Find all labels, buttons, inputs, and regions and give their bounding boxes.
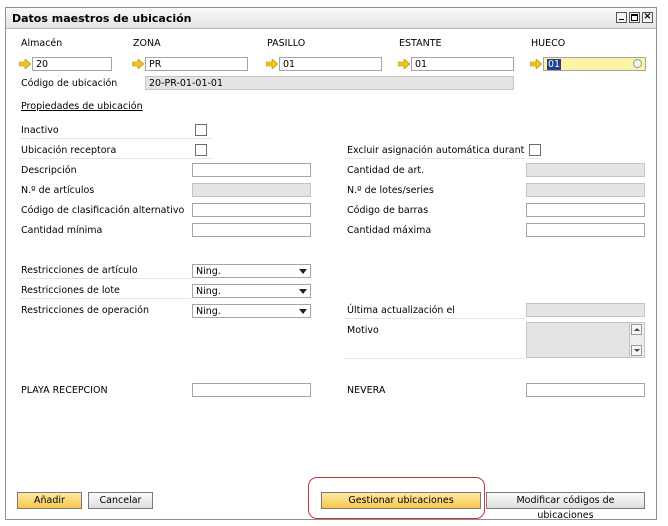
- barcode-field[interactable]: [526, 203, 645, 217]
- last-update-label: Última actualización el: [347, 305, 455, 316]
- exclude-auto-checkbox[interactable]: [529, 144, 541, 156]
- divider: [345, 318, 525, 319]
- link-arrow-icon[interactable]: [132, 59, 144, 69]
- inactive-checkbox[interactable]: [195, 124, 207, 136]
- slot-field-value: 01: [547, 59, 562, 70]
- link-arrow-icon[interactable]: [266, 59, 278, 69]
- aisle-label: PASILLO: [267, 38, 306, 49]
- item-restrictions-select[interactable]: Ning.: [192, 264, 311, 278]
- min-qty-field[interactable]: [192, 223, 311, 237]
- last-update-field: [526, 303, 645, 317]
- item-restrictions-value: Ning.: [196, 266, 221, 277]
- link-arrow-icon[interactable]: [19, 59, 31, 69]
- dropdown-arrow-icon: [299, 269, 307, 274]
- zone-field[interactable]: PR: [145, 57, 248, 71]
- reason-textarea[interactable]: [526, 322, 645, 358]
- alt-sort-code-field[interactable]: [192, 203, 311, 217]
- section-title: Propiedades de ubicación: [21, 101, 143, 112]
- dropdown-arrow-icon: [299, 309, 307, 314]
- batch-restrictions-value: Ning.: [196, 286, 221, 297]
- udf2-field[interactable]: [526, 383, 645, 397]
- operation-restrictions-value: Ning.: [196, 306, 221, 317]
- link-arrow-icon[interactable]: [530, 59, 542, 69]
- highlight-annotation: [308, 477, 485, 519]
- divider: [19, 278, 191, 279]
- num-items-label: N.º de artículos: [21, 185, 95, 196]
- num-items-field: [192, 183, 311, 197]
- window-title: Datos maestros de ubicación: [12, 12, 192, 25]
- divider: [19, 298, 191, 299]
- modify-location-codes-button[interactable]: Modificar códigos de ubicaciones: [486, 492, 645, 521]
- slot-label: HUECO: [531, 38, 566, 49]
- operation-restrictions-label: Restricciones de operación: [21, 305, 149, 316]
- title-bar: Datos maestros de ubicación ×: [6, 8, 656, 29]
- slot-field[interactable]: 01: [543, 57, 646, 71]
- batch-restrictions-label: Restricciones de lote: [21, 285, 120, 296]
- max-qty-field[interactable]: [526, 223, 645, 237]
- warehouse-label: Almacén: [21, 38, 63, 49]
- add-button[interactable]: Añadir: [17, 492, 82, 509]
- udf1-field[interactable]: [192, 383, 311, 397]
- barcode-label: Código de barras: [347, 205, 429, 216]
- udf2-label: NEVERA: [347, 385, 386, 396]
- location-code-label: Código de ubicación: [21, 78, 118, 89]
- divider: [345, 158, 540, 159]
- item-qty-field: [526, 163, 645, 177]
- item-restrictions-label: Restricciones de artículo: [21, 265, 138, 276]
- min-qty-label: Cantidad mínima: [21, 225, 103, 236]
- divider: [345, 358, 525, 359]
- receiving-checkbox[interactable]: [195, 144, 207, 156]
- alt-sort-code-label: Código de clasificación alternativo: [21, 205, 185, 216]
- exclude-auto-label: Excluir asignación automática durante ei: [347, 145, 525, 156]
- scroll-up-icon[interactable]: [631, 324, 642, 335]
- location-code-field: 20-PR-01-01-01: [145, 76, 514, 90]
- item-qty-label: Cantidad de art.: [347, 165, 425, 176]
- max-qty-label: Cantidad máxima: [347, 225, 432, 236]
- description-field[interactable]: [192, 163, 311, 177]
- batch-restrictions-select[interactable]: Ning.: [192, 284, 311, 298]
- warehouse-field[interactable]: 20: [32, 57, 112, 71]
- num-batches-label: N.º de lotes/series: [347, 185, 434, 196]
- shelf-label: ESTANTE: [399, 38, 442, 49]
- udf1-label: PLAYA RECEPCION: [21, 385, 108, 396]
- link-arrow-icon[interactable]: [398, 59, 410, 69]
- maximize-icon[interactable]: [629, 12, 640, 23]
- divider: [19, 138, 213, 139]
- description-label: Descripción: [21, 165, 77, 176]
- inactive-label: Inactivo: [21, 125, 59, 136]
- aisle-field[interactable]: 01: [279, 57, 382, 71]
- minimize-icon[interactable]: [616, 12, 627, 23]
- shelf-field[interactable]: 01: [411, 57, 514, 71]
- cancel-button[interactable]: Cancelar: [88, 492, 153, 509]
- divider: [19, 158, 213, 159]
- scrollbar[interactable]: [629, 323, 644, 357]
- choose-from-list-icon[interactable]: [633, 59, 642, 68]
- zone-label: ZONA: [133, 38, 161, 49]
- reason-label: Motivo: [347, 325, 379, 336]
- num-batches-field: [526, 183, 645, 197]
- close-icon[interactable]: ×: [642, 12, 653, 23]
- scroll-down-icon[interactable]: [631, 345, 642, 356]
- operation-restrictions-select[interactable]: Ning.: [192, 304, 311, 318]
- receiving-label: Ubicación receptora: [21, 145, 117, 156]
- dropdown-arrow-icon: [299, 289, 307, 294]
